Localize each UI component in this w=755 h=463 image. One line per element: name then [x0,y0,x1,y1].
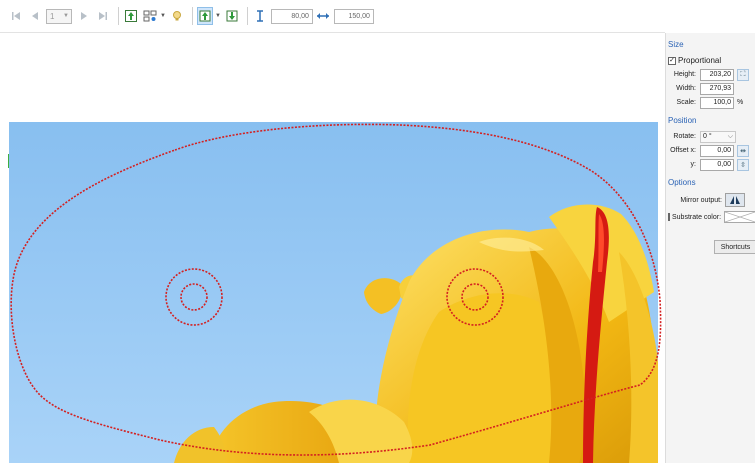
shortcuts-button[interactable]: Shortcuts [714,240,755,254]
offset-x-field[interactable]: 0,00 [700,144,734,157]
chevron-down-icon: ⌵ [727,132,733,140]
height-field[interactable]: 203,20 [700,68,734,81]
options-section-title: Options [668,178,696,187]
width-field[interactable]: 270,93 [700,82,734,95]
center-vertical-button[interactable]: ⇳ [737,158,749,171]
scale-unit: % [737,99,744,106]
proportional-label: Proportional [678,56,722,65]
mirror-icon [730,196,740,204]
mirror-output-label: Mirror output: [680,196,722,204]
substrate-color-checkbox[interactable] [668,213,670,221]
height-label: Height: [673,71,696,78]
center-horizontal-button[interactable]: ⇹ [737,144,749,157]
substrate-color-label: Substrate color: [672,213,722,221]
offset-x-label: Offset x: [670,147,696,154]
position-section-title: Position [668,116,697,125]
offset-y-label: y: [690,161,696,168]
fit-size-button[interactable]: ⛶ [737,68,749,81]
left-outer-hole [165,268,223,326]
properties-panel: Size ✓ Proportional Height: 203,20 ⛶ Wid… [665,33,755,463]
substrate-color-swatch[interactable] [724,211,755,223]
scale-field[interactable]: 100,0 [700,96,734,109]
cut-contour-overlay [10,123,662,456]
center-horizontal-icon: ⇹ [740,147,746,155]
rotate-label: Rotate: [673,133,696,140]
right-inner-hole [461,283,489,311]
scale-label: Scale: [676,99,696,106]
mirror-output-button[interactable] [725,193,745,207]
left-inner-hole [180,283,208,311]
rotate-value: 0 ° [703,133,712,140]
rotate-select[interactable]: 0 ° ⌵ [700,130,736,143]
size-section-title: Size [668,40,684,49]
width-label: Width: [676,85,696,92]
center-vertical-icon: ⇳ [740,161,746,169]
empty-color-icon [724,211,755,223]
right-outer-hole [446,268,504,326]
fit-size-icon: ⛶ [740,70,746,78]
proportional-checkbox[interactable]: ✓ [668,56,676,65]
proportional-row[interactable]: ✓ Proportional [668,54,755,67]
offset-y-field[interactable]: 0,00 [700,158,734,171]
outer-cut-contour [10,123,662,456]
